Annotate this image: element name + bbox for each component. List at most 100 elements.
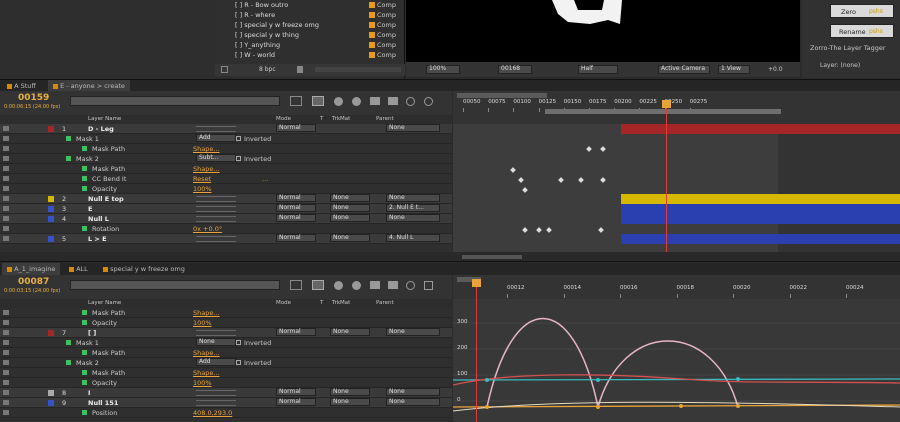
bpc-label[interactable]: 8 bpc [259, 66, 276, 73]
layer-row[interactable]: Opacity 100% [0, 184, 452, 194]
switches-icon[interactable] [196, 126, 236, 132]
timeline-tool-icons[interactable] [290, 280, 445, 292]
layer-row[interactable]: Mask 2 Add Inverted [0, 358, 452, 368]
property-value[interactable]: 0x +0.0° [193, 224, 222, 233]
label-color-icon[interactable] [48, 206, 54, 212]
timecode-field[interactable]: 00168 [498, 65, 532, 74]
layer-row[interactable]: 3 E Normal None 2. Null E t... [0, 204, 452, 214]
visibility-icon[interactable] [3, 400, 9, 405]
resolution-dropdown[interactable]: Half [578, 65, 618, 74]
playhead-top-handle[interactable] [662, 100, 671, 108]
visibility-icon[interactable] [3, 410, 9, 415]
keyframe[interactable] [510, 167, 516, 173]
property-value[interactable]: Shape... [193, 308, 220, 317]
label-color-icon[interactable] [48, 196, 54, 202]
parent-dropdown[interactable]: None [386, 398, 440, 406]
mode-dropdown[interactable]: Normal [276, 234, 316, 242]
label-color-icon[interactable] [48, 390, 54, 396]
visibility-icon[interactable] [3, 226, 9, 231]
visibility-icon[interactable] [3, 380, 9, 385]
visibility-icon[interactable] [3, 126, 9, 131]
inverted-checkbox[interactable] [236, 136, 241, 141]
project-scrollbar[interactable] [315, 67, 401, 72]
visibility-icon[interactable] [3, 370, 9, 375]
project-item[interactable]: [ ] R - Bow outro Comp [217, 0, 403, 10]
camera-dropdown[interactable]: Active Camera [658, 65, 710, 74]
trkmat-dropdown[interactable]: None [330, 234, 370, 242]
label-color-icon[interactable] [48, 216, 54, 222]
layer-name[interactable]: [ ] [88, 328, 96, 337]
layer-row[interactable]: 7 [ ] Normal None None [0, 328, 452, 338]
visibility-icon[interactable] [3, 390, 9, 395]
keyframe[interactable] [586, 146, 592, 152]
switches-icon[interactable] [196, 400, 236, 406]
visibility-icon[interactable] [3, 330, 9, 335]
visibility-icon[interactable] [3, 186, 9, 191]
visibility-icon[interactable] [3, 360, 9, 365]
label-color-icon[interactable] [48, 236, 54, 242]
switches-icon[interactable] [196, 196, 236, 202]
visibility-icon[interactable] [3, 136, 9, 141]
keyframe[interactable] [598, 227, 604, 233]
project-item[interactable]: [ ] R - where Comp [217, 10, 403, 20]
property-value[interactable]: Shape... [193, 368, 220, 377]
keyframe[interactable] [600, 177, 606, 183]
layer-row[interactable]: Mask Path Shape... [0, 164, 452, 174]
playhead-bottom[interactable] [476, 279, 477, 422]
keyframe[interactable] [558, 177, 564, 183]
layer-name[interactable]: E [88, 204, 92, 213]
layer-name[interactable]: Null 151 [88, 398, 118, 407]
visibility-icon[interactable] [3, 166, 9, 171]
keyframe[interactable] [522, 227, 528, 233]
layer-name[interactable]: L > E [88, 234, 107, 243]
layer-row[interactable]: Mask 1 Add Inverted [0, 134, 452, 144]
layer-row[interactable]: Mask 1 None Inverted [0, 338, 452, 348]
layer-row[interactable]: Opacity 100% [0, 378, 452, 388]
trkmat-dropdown[interactable]: None [330, 328, 370, 336]
trkmat-dropdown[interactable]: None [330, 194, 370, 202]
view-dropdown[interactable]: 1 View [718, 65, 750, 74]
exposure-value[interactable]: +0.0 [768, 66, 783, 73]
layer-bar-l-e[interactable] [621, 234, 900, 244]
project-item[interactable]: [ ] Y_anything Comp [217, 40, 403, 50]
layer-row[interactable]: 1 D - Leg Normal None [0, 124, 452, 134]
layer-bar-d-leg[interactable] [621, 124, 900, 134]
layer-bar-null-e-top[interactable] [621, 194, 900, 204]
property-value[interactable]: 100% [193, 318, 212, 327]
layer-name[interactable]: I [88, 388, 90, 397]
property-value[interactable]: 408.0,293.0 [193, 408, 232, 417]
property-value[interactable]: 100% [193, 378, 212, 387]
layer-row[interactable]: Mask Path Shape... [0, 348, 452, 358]
visibility-icon[interactable] [3, 196, 9, 201]
property-value[interactable]: 100% [193, 184, 212, 193]
switches-icon[interactable] [196, 216, 236, 222]
visibility-icon[interactable] [3, 146, 9, 151]
keyframe[interactable] [536, 227, 542, 233]
zorro-layer-dropdown[interactable]: Layer: (none) [820, 62, 860, 69]
layer-row[interactable]: Mask Path Shape... [0, 368, 452, 378]
layer-search-input[interactable] [70, 96, 280, 106]
mode-dropdown[interactable]: Normal [276, 214, 316, 222]
keyframe[interactable] [578, 177, 584, 183]
keyframe[interactable] [600, 146, 606, 152]
switches-icon[interactable] [196, 330, 236, 336]
mode-dropdown[interactable]: Add [196, 134, 236, 142]
zoom-dropdown[interactable]: 100% [426, 65, 460, 74]
mode-dropdown[interactable]: Add [196, 358, 236, 366]
visibility-icon[interactable] [3, 176, 9, 181]
project-item[interactable]: [ ] special y w thing Comp [217, 30, 403, 40]
tab-special-y-w-freeze[interactable]: special y w freeze omg [98, 263, 190, 275]
parent-dropdown[interactable]: None [386, 214, 440, 222]
parent-dropdown[interactable]: 4. Null L [386, 234, 440, 242]
switches-icon[interactable] [196, 390, 236, 396]
mode-dropdown[interactable]: Normal [276, 398, 316, 406]
trkmat-dropdown[interactable]: None [330, 204, 370, 212]
mode-dropdown[interactable]: Normal [276, 124, 316, 132]
zero-button[interactable]: Zero pshs [830, 4, 894, 18]
project-item[interactable]: [ ] W - world Comp [217, 50, 403, 60]
visibility-icon[interactable] [3, 320, 9, 325]
new-folder-icon[interactable] [221, 66, 228, 73]
graph-editor[interactable]: 300 200 100 0 [453, 299, 900, 422]
property-value[interactable]: Reset [193, 174, 211, 183]
label-color-icon[interactable] [48, 126, 54, 132]
